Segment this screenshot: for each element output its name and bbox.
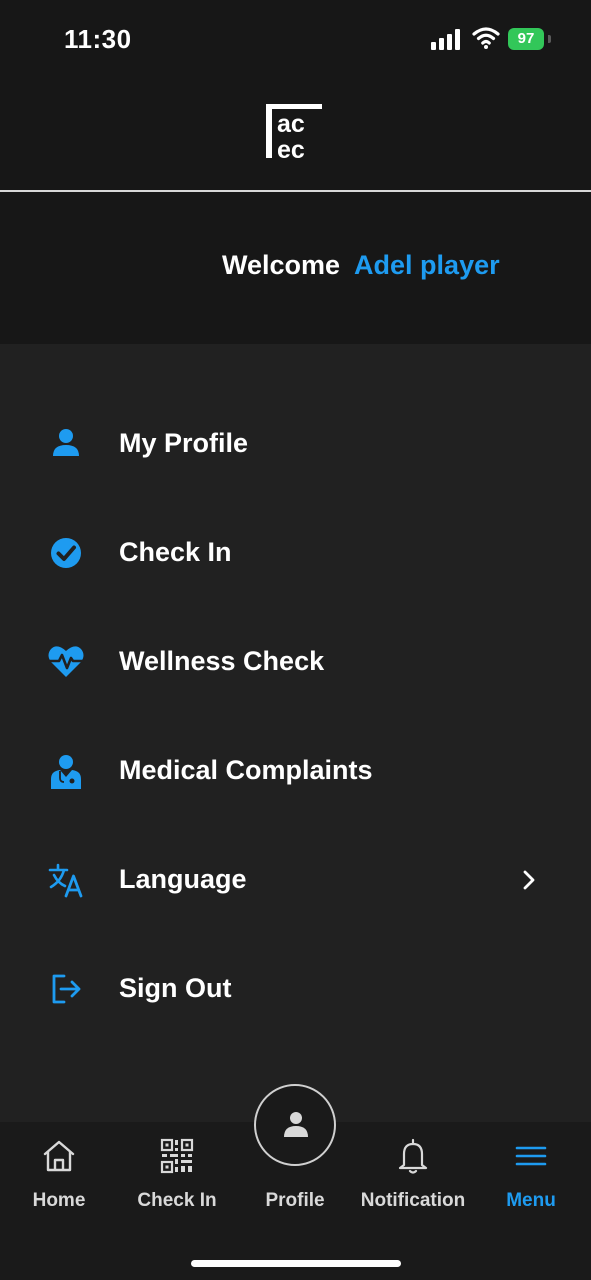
- menu-item-label: Language: [119, 864, 247, 894]
- acec-logo-icon: ac ec: [266, 104, 322, 160]
- battery-level: 97: [508, 28, 544, 50]
- tab-label: Menu: [506, 1190, 556, 1211]
- tab-notification[interactable]: Notification: [354, 1122, 472, 1232]
- signal-icon: [431, 28, 463, 50]
- sign-out-icon: [52, 974, 81, 1004]
- status-bar: 11:30 97: [0, 0, 591, 80]
- qr-code-icon: [160, 1138, 194, 1174]
- menu-item-label: Check In: [119, 537, 232, 567]
- svg-text:ec: ec: [277, 136, 305, 160]
- welcome-section: Welcome Adel player: [0, 192, 591, 344]
- welcome-row: Welcome Adel player: [222, 250, 500, 281]
- heart-pulse-icon: [48, 646, 84, 677]
- menu-item-label: Wellness Check: [119, 646, 325, 676]
- tab-check-in[interactable]: Check In: [118, 1122, 236, 1232]
- bell-icon: [398, 1138, 428, 1174]
- menu-item-medical-complaints[interactable]: Medical Complaints: [0, 731, 591, 811]
- menu-item-label: Sign Out: [119, 973, 232, 1003]
- chevron-right-icon: [523, 870, 535, 890]
- svg-text:ac: ac: [277, 110, 305, 138]
- profile-button[interactable]: [254, 1084, 336, 1166]
- translate-icon: [48, 863, 83, 898]
- menu-item-label: Medical Complaints: [119, 755, 373, 785]
- menu-item-label: My Profile: [119, 428, 249, 458]
- menu-item-check-in[interactable]: Check In: [0, 513, 591, 593]
- status-time: 11:30: [64, 24, 132, 54]
- tab-label: Notification: [360, 1190, 466, 1211]
- home-icon: [43, 1140, 75, 1172]
- tab-label: Check In: [137, 1190, 217, 1211]
- person-icon: [284, 1112, 308, 1137]
- tab-label: Home: [32, 1190, 86, 1211]
- tab-home[interactable]: Home: [0, 1122, 118, 1232]
- menu-list: My Profile Check In Wellness Check Medic…: [0, 344, 591, 1122]
- tab-menu[interactable]: Menu: [472, 1122, 590, 1232]
- tab-label: Profile: [265, 1190, 325, 1211]
- person-icon: [53, 429, 79, 456]
- menu-item-language[interactable]: Language: [0, 840, 591, 920]
- menu-item-wellness-check[interactable]: Wellness Check: [0, 622, 591, 702]
- check-circle-icon: [51, 538, 81, 568]
- hamburger-icon: [515, 1146, 547, 1166]
- battery-icon: 97: [508, 28, 551, 50]
- menu-item-sign-out[interactable]: Sign Out: [0, 949, 591, 1029]
- home-indicator[interactable]: [191, 1260, 401, 1267]
- menu-item-my-profile[interactable]: My Profile: [0, 404, 591, 484]
- user-name: Adel player: [354, 250, 500, 280]
- wifi-icon: [472, 27, 500, 49]
- doctor-icon: [51, 755, 81, 789]
- welcome-label: Welcome: [222, 250, 341, 280]
